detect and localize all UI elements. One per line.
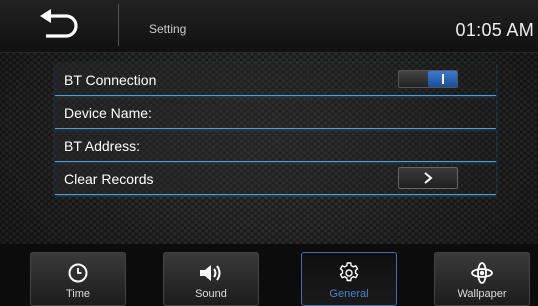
bottom-tab-bar: Time Sound General Wallpaper xyxy=(0,244,538,306)
tab-wallpaper[interactable]: Wallpaper xyxy=(434,252,530,306)
tab-label: Wallpaper xyxy=(457,288,507,300)
clock-icon xyxy=(68,263,88,283)
header-divider xyxy=(118,4,119,46)
gear-icon xyxy=(339,262,359,282)
setting-label: Clear Records xyxy=(64,171,154,187)
wallpaper-icon xyxy=(471,262,493,284)
clear-records-button[interactable] xyxy=(398,167,458,189)
tab-label: Time xyxy=(65,288,91,300)
top-bar: Setting 01:05 AM xyxy=(0,0,538,53)
setting-row-device-name[interactable]: Device Name: xyxy=(55,96,496,129)
setting-label: BT Connection xyxy=(64,72,157,88)
toggle-knob xyxy=(428,71,457,87)
setting-row-bt-address[interactable]: BT Address: xyxy=(55,129,496,162)
tab-label: General xyxy=(329,288,369,300)
speaker-icon xyxy=(200,265,221,281)
settings-list: BT Connection Device Name: BT Address: C… xyxy=(55,63,496,195)
chevron-right-icon xyxy=(424,172,433,184)
setting-row-clear-records[interactable]: Clear Records xyxy=(55,162,496,195)
setting-label: Device Name: xyxy=(64,105,152,121)
clock-display: 01:05 AM xyxy=(455,20,534,40)
tab-label: Sound xyxy=(195,288,227,300)
tab-time[interactable]: Time xyxy=(30,252,126,306)
setting-row-bt-connection: BT Connection xyxy=(55,63,496,96)
back-button[interactable] xyxy=(36,8,116,46)
back-arrow-icon xyxy=(40,9,78,38)
setting-label: BT Address: xyxy=(64,138,141,154)
bt-connection-toggle[interactable] xyxy=(398,70,458,88)
tab-sound[interactable]: Sound xyxy=(163,252,259,306)
page-title: Setting xyxy=(149,22,187,36)
tab-general[interactable]: General xyxy=(301,252,397,306)
